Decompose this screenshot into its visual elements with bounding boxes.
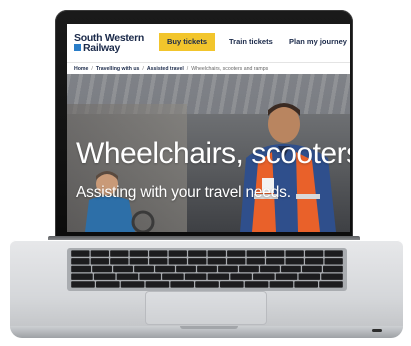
keyboard-key xyxy=(188,258,207,265)
keyboard-key xyxy=(92,265,112,273)
keyboard-key xyxy=(260,265,280,273)
touchpad xyxy=(145,291,267,325)
keyboard-key xyxy=(281,265,301,273)
keyboard-key xyxy=(298,273,321,280)
keyboard-key xyxy=(71,258,90,265)
keyboard-key xyxy=(129,250,148,257)
keyboard-key xyxy=(227,250,246,257)
keyboard-key xyxy=(285,258,304,265)
breadcrumb-assisted-travel[interactable]: Assisted travel xyxy=(147,66,184,72)
buy-tickets-button[interactable]: Buy tickets xyxy=(159,33,215,51)
keyboard-key xyxy=(253,273,275,280)
keyboard xyxy=(71,250,343,288)
nav-plan-my-journey[interactable]: Plan my journey xyxy=(289,33,347,51)
keyboard-key xyxy=(96,281,120,288)
keyboard-key xyxy=(275,273,298,280)
keyboard-key xyxy=(71,273,93,280)
hero-subtitle: Assisting with your travel needs. xyxy=(76,184,291,201)
keyboard-key xyxy=(134,265,154,273)
breadcrumb-current: Wheelchairs, scooters and ramps xyxy=(191,66,269,72)
keyboard-key xyxy=(323,265,343,273)
keyboard-key xyxy=(168,258,187,265)
keyboard-key xyxy=(305,250,324,257)
keyboard-key xyxy=(110,250,129,257)
keyboard-key xyxy=(269,281,294,288)
keyboard-key xyxy=(90,258,109,265)
keyboard-key xyxy=(149,250,168,257)
keyboard-key xyxy=(207,250,226,257)
keyboard-key xyxy=(93,273,116,280)
keyboard-key xyxy=(145,281,170,288)
keyboard-key xyxy=(294,281,318,288)
keyboard-key xyxy=(155,265,175,273)
keyboard-key xyxy=(285,250,304,257)
sleep-indicator-light xyxy=(372,329,382,332)
keyboard-key xyxy=(197,265,217,273)
keyboard-key xyxy=(168,250,187,257)
keyboard-key xyxy=(324,250,343,257)
breadcrumb-travelling[interactable]: Travelling with us xyxy=(96,66,140,72)
keyboard-key xyxy=(324,258,343,265)
keyboard-key xyxy=(218,265,238,273)
keyboard-key xyxy=(244,281,269,288)
keyboard-key xyxy=(319,281,343,288)
keyboard-key xyxy=(71,281,95,288)
breadcrumb: Home / Travelling with us / Assisted travel /… xyxy=(67,62,350,74)
breadcrumb-separator: / xyxy=(91,66,93,72)
keyboard-key xyxy=(120,281,145,288)
logo-line-2: Railway xyxy=(74,43,154,53)
brand-logo[interactable]: South Western Railway xyxy=(74,33,154,53)
keyboard-key xyxy=(266,258,285,265)
breadcrumb-separator: / xyxy=(142,66,144,72)
logo-mark-icon xyxy=(74,44,81,51)
keyboard-key xyxy=(71,265,91,273)
keyboard-key xyxy=(71,250,90,257)
laptop-screen: South Western Railway Buy tickets Train … xyxy=(67,24,350,232)
nav-train-tickets[interactable]: Train tickets xyxy=(229,33,273,51)
keyboard-key xyxy=(227,258,246,265)
keyboard-key xyxy=(188,250,207,257)
site-header: South Western Railway Buy tickets Train … xyxy=(67,24,350,60)
keyboard-key xyxy=(113,265,133,273)
keyboard-key xyxy=(230,273,252,280)
keyboard-key xyxy=(195,281,219,288)
keyboard-key xyxy=(246,258,265,265)
hero-title: Wheelchairs, scooters xyxy=(76,137,350,170)
keyboard-key xyxy=(207,258,226,265)
front-notch xyxy=(180,326,238,329)
keyboard-key xyxy=(220,281,244,288)
breadcrumb-home[interactable]: Home xyxy=(74,66,88,72)
keyboard-key xyxy=(162,273,184,280)
keyboard-key xyxy=(139,273,161,280)
keyboard-key xyxy=(305,258,324,265)
keyboard-key xyxy=(321,273,343,280)
keyboard-key xyxy=(90,250,109,257)
hero-banner: Wheelchairs, scooters Assisting with you… xyxy=(67,74,350,232)
keyboard-key xyxy=(116,273,139,280)
laptop-frame: South Western Railway Buy tickets Train … xyxy=(0,0,411,346)
keyboard-key xyxy=(246,250,265,257)
keyboard-key xyxy=(110,258,129,265)
keyboard-key xyxy=(170,281,194,288)
logo-line-2-text: Railway xyxy=(83,42,121,54)
keyboard-key xyxy=(302,265,322,273)
keyboard-key xyxy=(129,258,148,265)
keyboard-key xyxy=(149,258,168,265)
keyboard-key xyxy=(266,250,285,257)
keyboard-key xyxy=(207,273,230,280)
keyboard-key xyxy=(184,273,207,280)
keyboard-key xyxy=(176,265,196,273)
keyboard-key xyxy=(239,265,259,273)
